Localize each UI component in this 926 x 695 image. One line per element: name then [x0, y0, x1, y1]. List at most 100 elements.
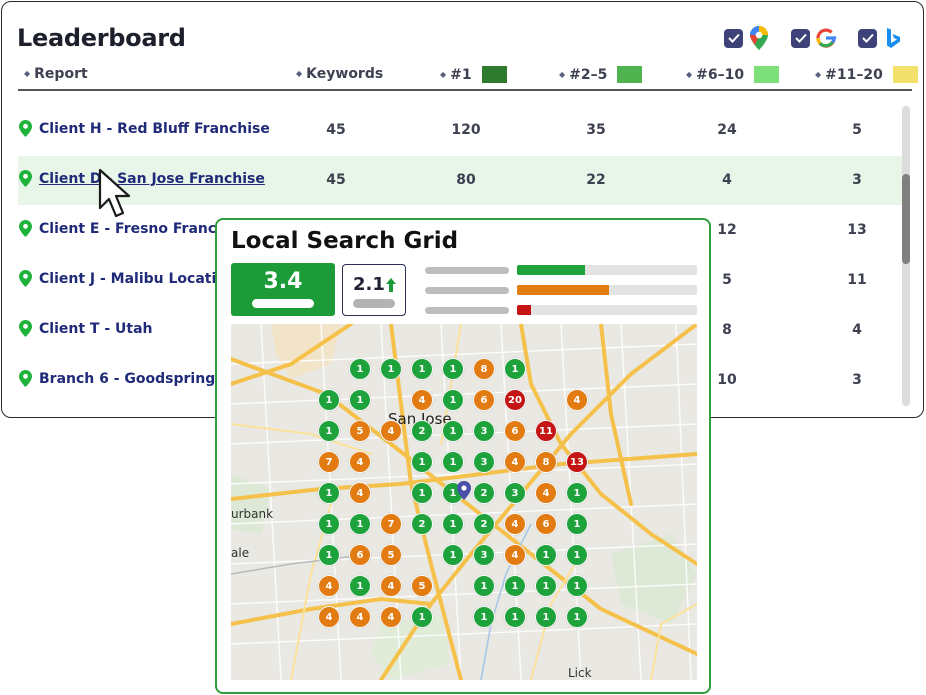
grid-rank-dot[interactable]: 1 — [566, 606, 588, 628]
grid-rank-dot[interactable]: 1 — [349, 575, 371, 597]
grid-rank-dot[interactable]: 1 — [473, 606, 495, 628]
grid-rank-dot[interactable]: 5 — [380, 544, 402, 566]
checkbox-checked-icon[interactable] — [724, 28, 743, 48]
grid-rank-dot[interactable]: 1 — [566, 482, 588, 504]
grid-rank-dot[interactable]: 6 — [535, 513, 557, 535]
grid-rank-dot[interactable]: 1 — [318, 513, 340, 535]
grid-rank-dot[interactable]: 6 — [504, 420, 526, 442]
grid-rank-dot[interactable]: 1 — [504, 606, 526, 628]
report-name-link[interactable]: Client D - San Jose Franchise — [39, 171, 265, 187]
grid-rank-dot[interactable]: 1 — [535, 544, 557, 566]
grid-rank-dot[interactable]: 11 — [535, 420, 557, 442]
distribution-bar-low — [517, 305, 697, 315]
grid-rank-dot[interactable]: 1 — [566, 513, 588, 535]
grid-rank-dot[interactable]: 1 — [318, 482, 340, 504]
grid-rank-dot[interactable]: 4 — [349, 451, 371, 473]
grid-rank-dot[interactable]: 2 — [411, 513, 433, 535]
grid-rank-dot[interactable]: 8 — [473, 358, 495, 380]
grid-rank-dot[interactable]: 1 — [349, 513, 371, 535]
rank-6-10-cell: 10 — [717, 372, 737, 388]
checkbox-checked-icon[interactable] — [791, 28, 810, 48]
rank-2-5-cell: 22 — [586, 172, 606, 188]
rank-11-20-cell: 13 — [847, 222, 867, 238]
grid-rank-dot[interactable]: 3 — [473, 420, 495, 442]
grid-rank-dot[interactable]: 1 — [535, 575, 557, 597]
grid-rank-dot[interactable]: 4 — [380, 420, 402, 442]
average-rank-value: 3.4 — [263, 269, 303, 294]
source-toggle-google[interactable] — [791, 26, 837, 50]
grid-rank-dot[interactable]: 4 — [504, 451, 526, 473]
grid-rank-dot[interactable]: 1 — [535, 606, 557, 628]
grid-rank-dot[interactable]: 1 — [411, 358, 433, 380]
grid-rank-dot[interactable]: 4 — [349, 606, 371, 628]
grid-rank-dot[interactable]: 1 — [566, 544, 588, 566]
grid-rank-dot[interactable]: 1 — [411, 451, 433, 473]
grid-rank-dot[interactable]: 4 — [566, 389, 588, 411]
grid-rank-dot[interactable]: 4 — [411, 389, 433, 411]
keywords-cell: 45 — [326, 172, 346, 188]
scrollbar-thumb[interactable] — [902, 174, 910, 264]
grid-rank-dot[interactable]: 1 — [349, 358, 371, 380]
grid-rank-dot[interactable]: 6 — [349, 544, 371, 566]
grid-rank-dot[interactable]: 1 — [380, 358, 402, 380]
grid-rank-dot[interactable]: 6 — [473, 389, 495, 411]
rank-11-20-cell: 4 — [852, 322, 862, 338]
grid-rank-dot[interactable]: 1 — [473, 575, 495, 597]
grid-rank-dot[interactable]: 4 — [380, 575, 402, 597]
column-header-rank-6-10[interactable]: ◆ #6–10 — [686, 66, 780, 83]
grid-rank-dot[interactable]: 7 — [380, 513, 402, 535]
grid-rank-dot[interactable]: 1 — [318, 389, 340, 411]
source-toggle-bing[interactable] — [858, 26, 904, 50]
grid-rank-dot[interactable]: 1 — [566, 575, 588, 597]
grid-rank-dot[interactable]: 4 — [318, 575, 340, 597]
grid-rank-dot[interactable]: 4 — [504, 544, 526, 566]
grid-rank-dot[interactable]: 5 — [411, 575, 433, 597]
grid-rank-dot[interactable]: 1 — [442, 544, 464, 566]
grid-rank-dot[interactable]: 13 — [566, 451, 588, 473]
report-name-link[interactable]: Client H - Red Bluff Franchise — [39, 121, 270, 137]
grid-rank-dot[interactable]: 3 — [473, 451, 495, 473]
grid-rank-dot[interactable]: 1 — [442, 513, 464, 535]
grid-rank-dot[interactable]: 2 — [411, 420, 433, 442]
sort-icon: ◆ — [24, 69, 31, 78]
grid-rank-dot[interactable]: 1 — [442, 420, 464, 442]
grid-rank-dot[interactable]: 8 — [535, 451, 557, 473]
grid-rank-dot[interactable]: 3 — [473, 544, 495, 566]
column-header-rank-1[interactable]: ◆ #1 — [440, 66, 507, 83]
report-name-link[interactable]: Client T - Utah — [39, 321, 152, 337]
grid-rank-dot[interactable]: 4 — [380, 606, 402, 628]
grid-rank-dot[interactable]: 1 — [349, 389, 371, 411]
grid-rank-dot[interactable]: 1 — [318, 420, 340, 442]
column-header-keywords[interactable]: ◆ Keywords — [296, 66, 383, 82]
search-grid-map[interactable]: San Jose urbank ale Lick 1 1 1 1 8 1 1 1 4 1 6 20 4 1… — [231, 324, 697, 680]
rank-2-5-swatch — [617, 66, 643, 83]
grid-rank-dot[interactable]: 4 — [349, 482, 371, 504]
grid-rank-dot[interactable]: 7 — [318, 451, 340, 473]
grid-rank-dot[interactable]: 4 — [504, 513, 526, 535]
grid-rank-dot[interactable]: 1 — [504, 575, 526, 597]
grid-rank-dot[interactable]: 1 — [504, 358, 526, 380]
checkbox-checked-icon[interactable] — [858, 28, 877, 48]
grid-rank-dot[interactable]: 2 — [473, 482, 495, 504]
grid-rank-dot[interactable]: 1 — [318, 544, 340, 566]
grid-rank-dot[interactable]: 4 — [535, 482, 557, 504]
grid-rank-dot[interactable]: 1 — [411, 482, 433, 504]
table-row[interactable]: Client H - Red Bluff Franchise 45 120 35… — [18, 106, 904, 155]
column-header-rank-2-5[interactable]: ◆ #2–5 — [559, 66, 643, 83]
grid-rank-dot[interactable]: 1 — [442, 358, 464, 380]
table-row-highlighted[interactable]: Client D - San Jose Franchise 45 80 22 4… — [18, 156, 904, 205]
report-name-link[interactable]: Branch 6 - Goodspring — [39, 371, 215, 387]
grid-rank-dot[interactable]: 1 — [442, 451, 464, 473]
grid-rank-dot[interactable]: 4 — [318, 606, 340, 628]
grid-rank-dot[interactable]: 5 — [349, 420, 371, 442]
grid-rank-dot[interactable]: 3 — [504, 482, 526, 504]
column-header-report[interactable]: ◆ Report — [24, 66, 88, 82]
column-header-rank-11-20[interactable]: ◆ #11–20 — [815, 66, 918, 83]
grid-rank-dot[interactable]: 20 — [504, 389, 526, 411]
source-toggle-google-maps[interactable] — [724, 26, 770, 50]
report-name-link[interactable]: Client J - Malibu Location — [39, 271, 236, 287]
grid-rank-dot[interactable]: 1 — [442, 389, 464, 411]
grid-rank-dot[interactable]: 2 — [473, 513, 495, 535]
rank-6-10-cell: 12 — [717, 222, 737, 238]
grid-rank-dot[interactable]: 1 — [411, 606, 433, 628]
